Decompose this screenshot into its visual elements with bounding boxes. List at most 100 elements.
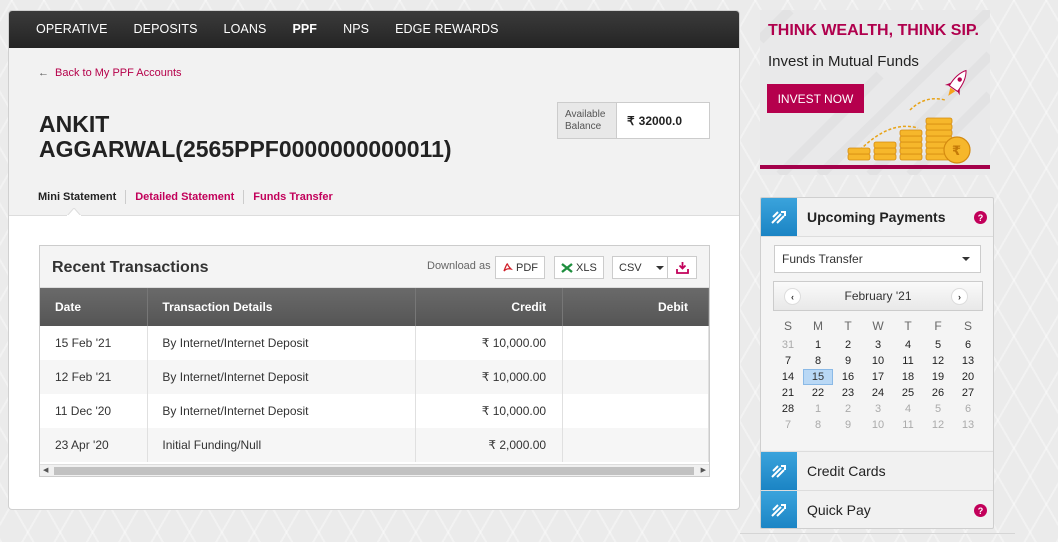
calendar-weekday: T: [844, 319, 852, 333]
table-row: 11 Dec '20 By Internet/Internet Deposit …: [40, 394, 709, 428]
quick-pay-label: Quick Pay: [807, 501, 871, 518]
quick-pay-icon: [761, 490, 797, 528]
row-date: 23 Apr '20: [40, 428, 149, 462]
next-month-icon[interactable]: ›: [951, 288, 968, 305]
calendar-day[interactable]: 10: [863, 353, 893, 369]
quick-pay-row[interactable]: Quick Pay ?: [761, 490, 993, 528]
calendar-day: 2: [844, 403, 852, 415]
calendar-day[interactable]: 26: [923, 385, 953, 401]
nav-ppf[interactable]: PPF: [279, 11, 330, 54]
calendar-day[interactable]: 21: [773, 385, 803, 401]
calendar-day[interactable]: 2: [833, 337, 863, 353]
calendar-day[interactable]: 14: [773, 369, 803, 385]
transactions-header: Recent Transactions Download as PDF XLS …: [40, 246, 709, 288]
calendar-weekday: S: [783, 319, 792, 333]
calendar-day[interactable]: 22: [803, 385, 833, 401]
invest-now-button[interactable]: INVEST NOW: [767, 84, 864, 113]
back-link-label: Back to My PPF Accounts: [55, 67, 182, 79]
calendar-day[interactable]: 28: [773, 401, 803, 417]
tab-funds-transfer[interactable]: Funds Transfer: [244, 190, 341, 204]
nav-operative[interactable]: OPERATIVE: [23, 11, 121, 48]
ppf-account-panel: OPERATIVE DEPOSITS LOANS PPF NPS EDGE RE…: [8, 10, 740, 510]
calendar-day[interactable]: 5: [923, 337, 953, 353]
table-row: 23 Apr '20 Initial Funding/Null ₹ 2,000.…: [40, 428, 709, 462]
col-date: Date: [40, 288, 149, 326]
transactions-table: Date Transaction Details Credit Debit 15…: [40, 288, 709, 462]
payment-type-value: Funds Transfer: [782, 252, 863, 266]
calendar-day[interactable]: 1: [803, 337, 833, 353]
help-icon[interactable]: ?: [974, 211, 987, 224]
calendar-day-today[interactable]: 15: [803, 369, 833, 385]
row-debit: [562, 360, 709, 394]
tab-detailed-statement[interactable]: Detailed Statement: [126, 190, 245, 204]
scroll-left-icon[interactable]: ◀: [43, 466, 48, 474]
help-icon[interactable]: ?: [974, 504, 987, 517]
calendar-day: 31: [781, 339, 795, 351]
calendar-day[interactable]: 6: [953, 337, 983, 353]
upcoming-payments-icon: [761, 198, 797, 236]
row-credit: ₹ 10,000.00: [415, 394, 564, 428]
col-debit: Debit: [562, 288, 709, 326]
credit-cards-row[interactable]: Credit Cards: [761, 451, 993, 490]
upcoming-payments-label: Upcoming Payments: [807, 209, 946, 225]
active-tab-pointer-icon: [67, 208, 81, 216]
calendar-header: ‹ February '21 ›: [773, 281, 983, 311]
account-title: ANKIT AGGARWAL(2565PPF0000000000011): [39, 112, 539, 162]
prev-month-icon[interactable]: ‹: [784, 288, 801, 305]
row-details: By Internet/Internet Deposit: [147, 326, 417, 360]
pdf-label: PDF: [516, 261, 538, 274]
calendar-day[interactable]: 23: [833, 385, 863, 401]
row-details: By Internet/Internet Deposit: [147, 360, 417, 394]
calendar-day[interactable]: 7: [773, 353, 803, 369]
calendar-day[interactable]: 16: [833, 369, 863, 385]
excel-icon: [561, 262, 573, 273]
nav-edge-rewards[interactable]: EDGE REWARDS: [382, 11, 512, 48]
download-button[interactable]: [668, 257, 696, 278]
calendar-weekday: T: [904, 319, 912, 333]
export-format-value[interactable]: CSV: [613, 257, 668, 278]
nav-nps[interactable]: NPS: [330, 11, 382, 48]
credit-cards-label: Credit Cards: [807, 462, 886, 479]
recent-transactions-card: Recent Transactions Download as PDF XLS …: [39, 245, 710, 477]
table-row: 12 Feb '21 By Internet/Internet Deposit …: [40, 360, 709, 394]
calendar-day[interactable]: 27: [953, 385, 983, 401]
account-name-line2: AGGARWAL(2565PPF0000000000011): [39, 136, 452, 162]
nav-deposits[interactable]: DEPOSITS: [121, 11, 211, 48]
calendar-day[interactable]: 8: [803, 353, 833, 369]
download-pdf-button[interactable]: PDF: [495, 256, 545, 279]
calendar-day[interactable]: 19: [923, 369, 953, 385]
calendar-day[interactable]: 18: [893, 369, 923, 385]
calendar-day: 5: [934, 403, 942, 415]
row-details: Initial Funding/Null: [147, 428, 417, 462]
nav-loans[interactable]: LOANS: [211, 11, 280, 48]
sip-ad-banner[interactable]: ₹ THINK WEALTH, THINK SIP. Invest in Mut…: [760, 10, 990, 175]
calendar-day[interactable]: 13: [953, 353, 983, 369]
export-format-select[interactable]: CSV: [612, 256, 697, 279]
payments-widget: Upcoming Payments ? Funds Transfer ‹ Feb…: [760, 197, 994, 529]
row-credit: ₹ 2,000.00: [415, 428, 564, 462]
scrollbar-thumb[interactable]: [54, 467, 694, 475]
upcoming-payments-header[interactable]: Upcoming Payments ?: [761, 198, 993, 236]
csv-label: CSV: [619, 261, 642, 274]
calendar-day[interactable]: 20: [953, 369, 983, 385]
calendar-day[interactable]: 9: [833, 353, 863, 369]
table-row: 15 Feb '21 By Internet/Internet Deposit …: [40, 326, 709, 360]
back-to-ppf-accounts-link[interactable]: ← Back to My PPF Accounts: [38, 67, 182, 79]
payment-type-select[interactable]: Funds Transfer: [774, 245, 981, 273]
scroll-right-icon[interactable]: ▶: [701, 466, 706, 474]
calendar-day[interactable]: 25: [893, 385, 923, 401]
calendar-day[interactable]: 3: [863, 337, 893, 353]
download-as-label: Download as: [427, 260, 491, 272]
calendar-day[interactable]: 12: [923, 353, 953, 369]
row-date: 15 Feb '21: [40, 326, 149, 360]
footer-divider: [740, 533, 1015, 534]
calendar-day[interactable]: 4: [893, 337, 923, 353]
calendar-day[interactable]: 24: [863, 385, 893, 401]
table-header-row: Date Transaction Details Credit Debit: [40, 288, 709, 326]
tab-mini-statement[interactable]: Mini Statement: [38, 190, 127, 204]
download-xls-button[interactable]: XLS: [554, 256, 604, 279]
horizontal-scrollbar[interactable]: ◀ ▶: [40, 464, 709, 476]
calendar-grid: S M T W T F S 31 1 2 3 4 5 6 7 8 9 10 11 12 13 14 15 16 17 18 19 20…: [773, 315, 983, 433]
calendar-day[interactable]: 11: [893, 353, 923, 369]
calendar-day[interactable]: 17: [863, 369, 893, 385]
